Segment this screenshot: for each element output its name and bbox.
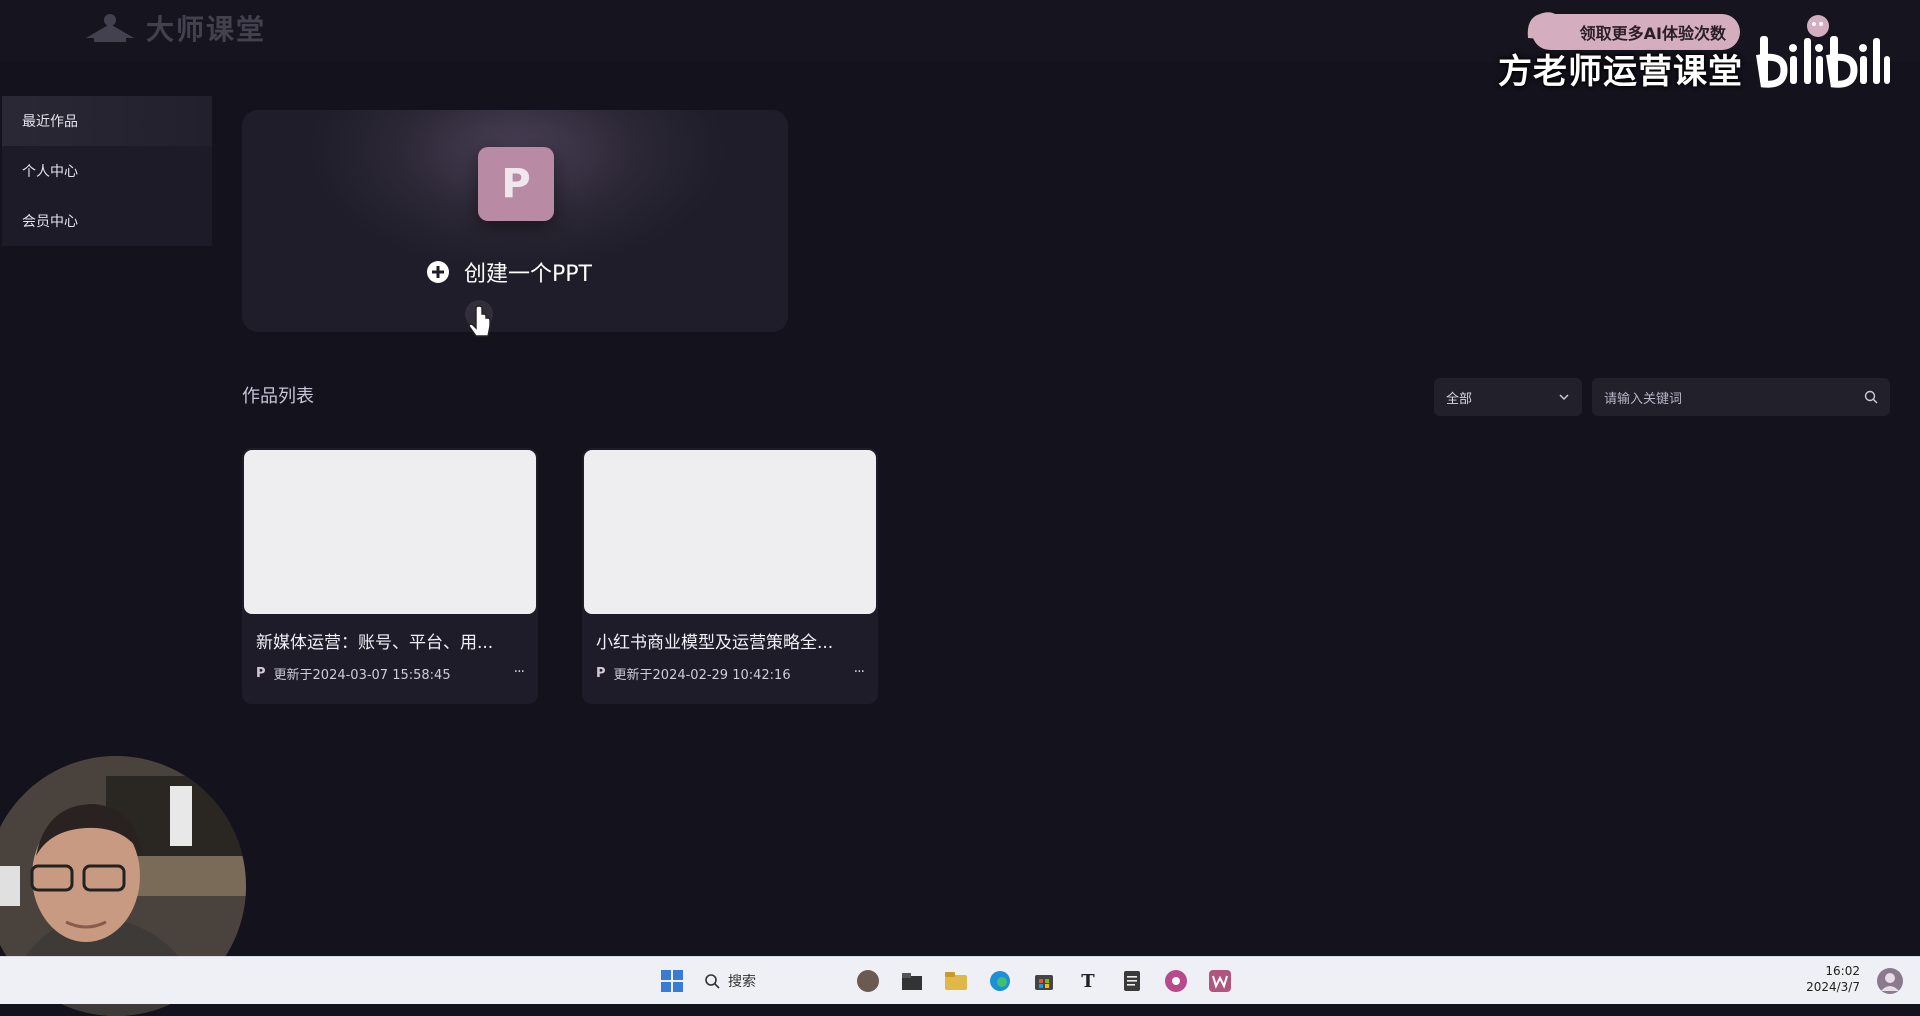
ppt-type-badge: P [256,666,266,681]
brand-name: 大师课堂 [146,13,267,46]
search-icon [705,974,720,989]
works-search-input[interactable]: 请输入关键词 [1592,378,1890,416]
more-options-icon[interactable]: ··· [514,664,525,680]
channel-name: 方老师运营课堂 [1498,52,1743,92]
work-card[interactable]: 新媒体运营：账号、平台、用... P 更新于2024-03-07 15:58:4… [242,448,538,704]
chevron-down-icon [1559,394,1569,401]
edge-browser-icon[interactable] [984,965,1016,997]
sidebar-item-label: 最近作品 [22,114,78,130]
file-explorer-icon[interactable] [896,965,928,997]
taskbar-search-label: 搜索 [728,974,756,990]
windows-start-icon[interactable] [656,965,688,997]
sidebar-item-label: 个人中心 [22,164,78,180]
app-icon[interactable] [852,965,884,997]
filter-selected-value: 全部 [1446,391,1473,407]
notepad-icon[interactable] [1116,965,1148,997]
hand-cursor-icon [465,300,493,337]
user-avatar-icon[interactable] [1876,967,1904,995]
wps-icon[interactable] [1204,965,1236,997]
taskbar-search[interactable]: 搜索 [700,971,840,991]
folder-icon[interactable] [940,965,972,997]
works-filter-select[interactable]: 全部 [1434,378,1582,416]
sidebar-item-label: 会员中心 [22,214,78,230]
taskbar-icons: 搜索 T [656,965,1236,997]
search-placeholder: 请输入关键词 [1604,391,1683,407]
sidebar-item-member-center[interactable]: 会员中心 [2,196,212,246]
work-card[interactable]: 小红书商业模型及运营策略全... P 更新于2024-02-29 10:42:1… [582,448,878,704]
work-meta: P 更新于2024-02-29 10:42:16 [596,664,791,683]
create-ppt-button[interactable]: 创建一个PPT [426,256,592,288]
work-updated-time: 更新于2024-03-07 15:58:45 [273,668,451,683]
work-updated-time: 更新于2024-02-29 10:42:16 [613,668,791,683]
app-window: 大师课堂 领取更多AI体验次数 方老师运营课堂 最近作品 个人中心 会员中心 P… [0,0,1920,1016]
sidebar: 最近作品 个人中心 会员中心 [2,96,212,246]
work-title: 新媒体运营：账号、平台、用... [256,633,494,653]
ppt-tile-letter: P [501,161,531,207]
ppt-type-badge: P [596,666,606,681]
create-ppt-label: 创建一个PPT [464,262,592,287]
tray-date: 2024/3/7 [1806,980,1860,994]
windows-taskbar: 搜索 T 16:02 2024/3/7 [0,956,1920,1004]
more-options-icon[interactable]: ··· [854,664,865,680]
tray-time: 16:02 [1825,964,1860,978]
text-icon[interactable]: T [1072,965,1104,997]
sidebar-item-recent-works[interactable]: 最近作品 [2,96,212,146]
plus-circle-icon [427,261,449,283]
work-thumbnail[interactable] [244,450,536,614]
create-ppt-card[interactable]: P 创建一个PPT [242,110,788,332]
work-thumbnail[interactable] [584,450,876,614]
store-icon[interactable] [1028,965,1060,997]
ppt-icon: P [478,147,554,221]
brand-logo-icon [86,14,134,42]
tray-clock[interactable]: 16:02 2024/3/7 [1800,963,1860,995]
brand[interactable]: 大师课堂 [82,8,266,48]
works-list-title: 作品列表 [242,386,314,407]
work-title: 小红书商业模型及运营策略全... [596,633,834,653]
search-icon[interactable] [1864,390,1878,404]
work-meta: P 更新于2024-03-07 15:58:45 [256,664,451,683]
music-app-icon[interactable] [1160,965,1192,997]
bilibili-logo-icon [1756,15,1890,88]
sidebar-item-personal-center[interactable]: 个人中心 [2,146,212,196]
